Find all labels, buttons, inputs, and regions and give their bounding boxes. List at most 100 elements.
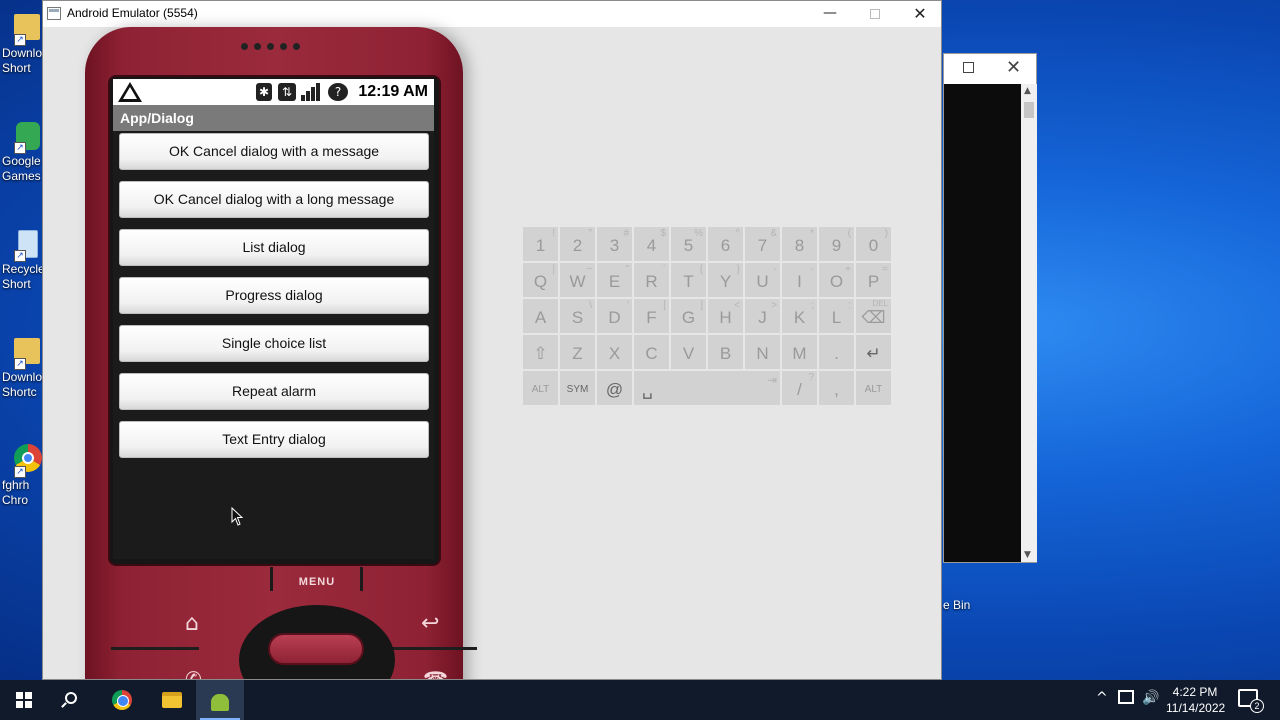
background-window-titlebar[interactable]: ✕: [944, 54, 1036, 84]
taskbar-android-emulator[interactable]: [196, 680, 244, 720]
taskbar-file-explorer[interactable]: [148, 680, 196, 720]
key-f[interactable]: F[: [634, 299, 669, 333]
emulator-window: Android Emulator (5554) — ✕ ✱ ⇅ ? 12:19 …: [42, 0, 942, 680]
key-l[interactable]: L:: [819, 299, 854, 333]
key-z[interactable]: Z: [560, 335, 595, 369]
speaker-dot: [280, 43, 287, 50]
speaker-dot: [267, 43, 274, 50]
text-entry-dialog-button[interactable]: Text Entry dialog: [119, 421, 429, 458]
key-s[interactable]: S \: [560, 299, 595, 333]
window-app-icon: [47, 7, 61, 20]
recycle-bin-label: e Bin: [943, 598, 971, 612]
google-games-icon: ↗: [12, 118, 42, 154]
scroll-up-icon[interactable]: ▲: [1024, 86, 1031, 96]
key-a[interactable]: A: [523, 299, 558, 333]
taskbar-chrome[interactable]: [98, 680, 146, 720]
desktop-icon-label: Recycle: [2, 262, 45, 276]
start-button[interactable]: [0, 680, 48, 720]
windows-logo-icon: [16, 692, 32, 708]
console-body: [944, 84, 1021, 562]
key-slash[interactable]: /?: [782, 371, 817, 405]
folder-icon: ↗: [12, 334, 42, 370]
speaker-dot: [293, 43, 300, 50]
network-icon[interactable]: [1118, 690, 1134, 704]
key-h[interactable]: H <: [708, 299, 743, 333]
key-j[interactable]: J >: [745, 299, 780, 333]
scrollbar[interactable]: ▲ ▼: [1021, 84, 1037, 562]
desktop-icon-chrome[interactable]: ↗ fghrh Chro: [2, 442, 44, 508]
desktop-icon-label: Downlo: [2, 46, 43, 60]
desktop-icon-recycle[interactable]: ↗ Recycle Short: [2, 226, 45, 292]
desktop-icon-label: Google: [2, 154, 41, 168]
search-button[interactable]: [48, 680, 96, 720]
hw-divider: [111, 647, 199, 650]
key-space[interactable]: ␣ ⇥: [634, 371, 780, 405]
key-sym[interactable]: SYM: [560, 371, 595, 405]
desktop-icon-google-games[interactable]: ↗ Google Games: [2, 118, 44, 184]
call-icon[interactable]: ✆: [185, 667, 202, 679]
scroll-thumb[interactable]: [1024, 102, 1034, 118]
chevron-up-icon[interactable]: ^: [1096, 690, 1108, 720]
end-call-icon[interactable]: ☎: [423, 667, 448, 679]
key-q[interactable]: Q |: [523, 263, 558, 297]
emulator-keyboard: 1! 2 " 3 # 4 $ 5% 6 ^ 7 & 8 * 9( 0) Q | W ~ E " R…: [523, 227, 891, 405]
key-g[interactable]: G]: [671, 299, 706, 333]
folder-icon: [162, 692, 182, 708]
data-icon: ⇅: [278, 83, 296, 101]
menu-divider: [270, 567, 273, 591]
android-screen: ✱ ⇅ ? 12:19 AM App/Dialog OK Cancel dial…: [113, 79, 434, 559]
key-enter[interactable]: ↵: [856, 335, 891, 369]
key-x[interactable]: X: [597, 335, 632, 369]
ok-cancel-long-message-button[interactable]: OK Cancel dialog with a long message: [119, 181, 429, 218]
menu-divider: [360, 567, 363, 591]
home-icon[interactable]: ⌂: [185, 611, 199, 636]
desktop-icon-label: Games: [2, 169, 41, 183]
emulator-titlebar[interactable]: Android Emulator (5554) — ✕: [43, 1, 941, 27]
scroll-down-icon[interactable]: ▼: [1024, 550, 1031, 560]
repeat-alarm-button[interactable]: Repeat alarm: [119, 373, 429, 410]
key-c[interactable]: C: [634, 335, 669, 369]
key-delete[interactable]: ⌫ DEL: [856, 299, 891, 333]
key-comma[interactable]: ,: [819, 371, 854, 405]
key-period[interactable]: .: [819, 335, 854, 369]
app-title: App/Dialog: [120, 110, 194, 126]
progress-dialog-button[interactable]: Progress dialog: [119, 277, 429, 314]
phone-skin: ✱ ⇅ ? 12:19 AM App/Dialog OK Cancel dial…: [85, 27, 477, 679]
desktop-icon-label: fghrh: [2, 478, 30, 492]
folder-icon: ↗: [12, 10, 42, 46]
list-dialog-button[interactable]: List dialog: [119, 229, 429, 266]
dpad-center-button[interactable]: [268, 633, 364, 665]
key-k[interactable]: K;: [782, 299, 817, 333]
warning-icon: [118, 82, 142, 102]
minimize-button[interactable]: —: [815, 3, 845, 25]
ok-cancel-message-button[interactable]: OK Cancel dialog with a message: [119, 133, 429, 170]
clock[interactable]: 4:22 PM 11/14/2022: [1166, 684, 1225, 720]
desktop-icon-downloads-2[interactable]: ↗ Downlo Shortc: [2, 334, 44, 400]
key-v[interactable]: V: [671, 335, 706, 369]
desktop-icon-downloads[interactable]: ↗ Downlo Short: [2, 10, 44, 76]
bluetooth-icon: ✱: [256, 83, 272, 101]
desktop-icon-label: Short: [2, 61, 31, 75]
desktop-icon-label: Shortc: [2, 385, 37, 399]
single-choice-list-button[interactable]: Single choice list: [119, 325, 429, 362]
android-icon: [211, 694, 229, 711]
back-icon[interactable]: ↩: [421, 611, 439, 636]
volume-icon[interactable]: 🔊: [1142, 690, 1159, 720]
key-alt-right[interactable]: ALT: [856, 371, 891, 405]
key-at[interactable]: @: [597, 371, 632, 405]
maximize-icon[interactable]: [963, 62, 974, 73]
no-sim-icon: ?: [328, 83, 348, 101]
enter-icon: ↵: [866, 344, 881, 363]
key-shift[interactable]: ⇧: [523, 335, 558, 369]
maximize-button[interactable]: [860, 3, 890, 25]
menu-button[interactable]: MENU: [285, 576, 349, 588]
close-icon[interactable]: ✕: [1006, 57, 1021, 78]
chrome-icon: ↗: [12, 442, 42, 478]
speaker-dot: [241, 43, 248, 50]
close-button[interactable]: ✕: [905, 3, 935, 25]
key-d[interactable]: D ': [597, 299, 632, 333]
mouse-cursor-icon: [231, 507, 244, 526]
key-alt-left[interactable]: ALT: [523, 371, 558, 405]
background-window[interactable]: ✕ ▲ ▼: [943, 53, 1037, 563]
key-b[interactable]: B: [708, 335, 743, 369]
